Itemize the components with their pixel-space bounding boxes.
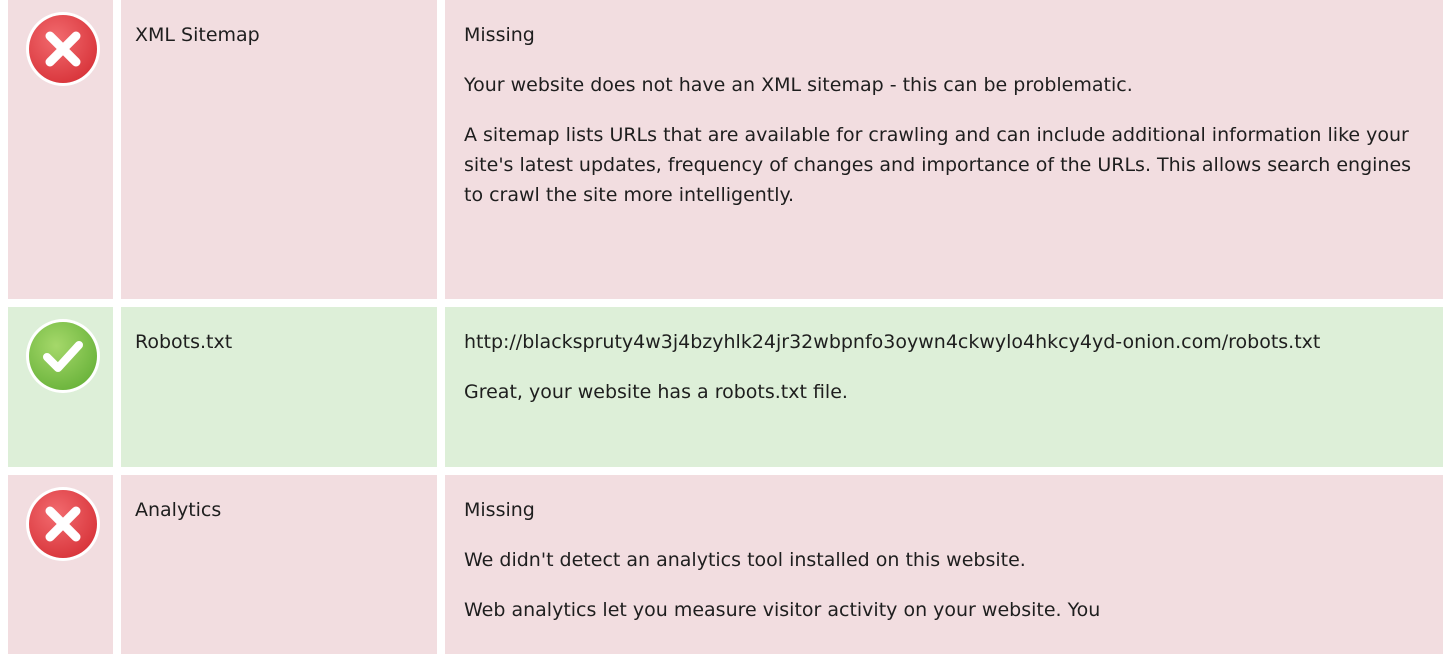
check-description: A sitemap lists URLs that are available …: [464, 124, 1412, 206]
success-check-icon: [26, 319, 100, 393]
robots-url[interactable]: http://blackspruty4w3j4bzyhlk24jr32wbpnf…: [464, 327, 1423, 357]
check-message: We didn't detect an analytics tool insta…: [464, 549, 1026, 571]
error-x-icon: [26, 12, 100, 86]
check-result-cell: Missing We didn't detect an analytics to…: [445, 475, 1443, 654]
check-description: Web analytics let you measure visitor ac…: [464, 599, 1101, 621]
check-message: Your website does not have an XML sitema…: [464, 74, 1133, 96]
status-cell: [8, 475, 113, 654]
report-row-analytics: Analytics Missing We didn't detect an an…: [0, 475, 1451, 654]
status-cell: [8, 307, 113, 467]
check-name: Robots.txt: [135, 331, 233, 353]
seo-report: XML Sitemap Missing Your website does no…: [0, 0, 1451, 654]
check-message: Great, your website has a robots.txt fil…: [464, 381, 848, 403]
check-name: Analytics: [135, 499, 222, 521]
check-name-cell: XML Sitemap: [121, 0, 437, 299]
report-row-xml-sitemap: XML Sitemap Missing Your website does no…: [0, 0, 1451, 299]
check-result-cell: Missing Your website does not have an XM…: [445, 0, 1443, 299]
check-name-cell: Robots.txt: [121, 307, 437, 467]
status-cell: [8, 0, 113, 299]
error-x-icon: [26, 487, 100, 561]
check-result: Missing: [464, 499, 535, 521]
check-result-cell: http://blackspruty4w3j4bzyhlk24jr32wbpnf…: [445, 307, 1443, 467]
report-row-robots-txt: Robots.txt http://blackspruty4w3j4bzyhlk…: [0, 307, 1451, 467]
check-name-cell: Analytics: [121, 475, 437, 654]
check-result: Missing: [464, 24, 535, 46]
check-name: XML Sitemap: [135, 24, 260, 46]
